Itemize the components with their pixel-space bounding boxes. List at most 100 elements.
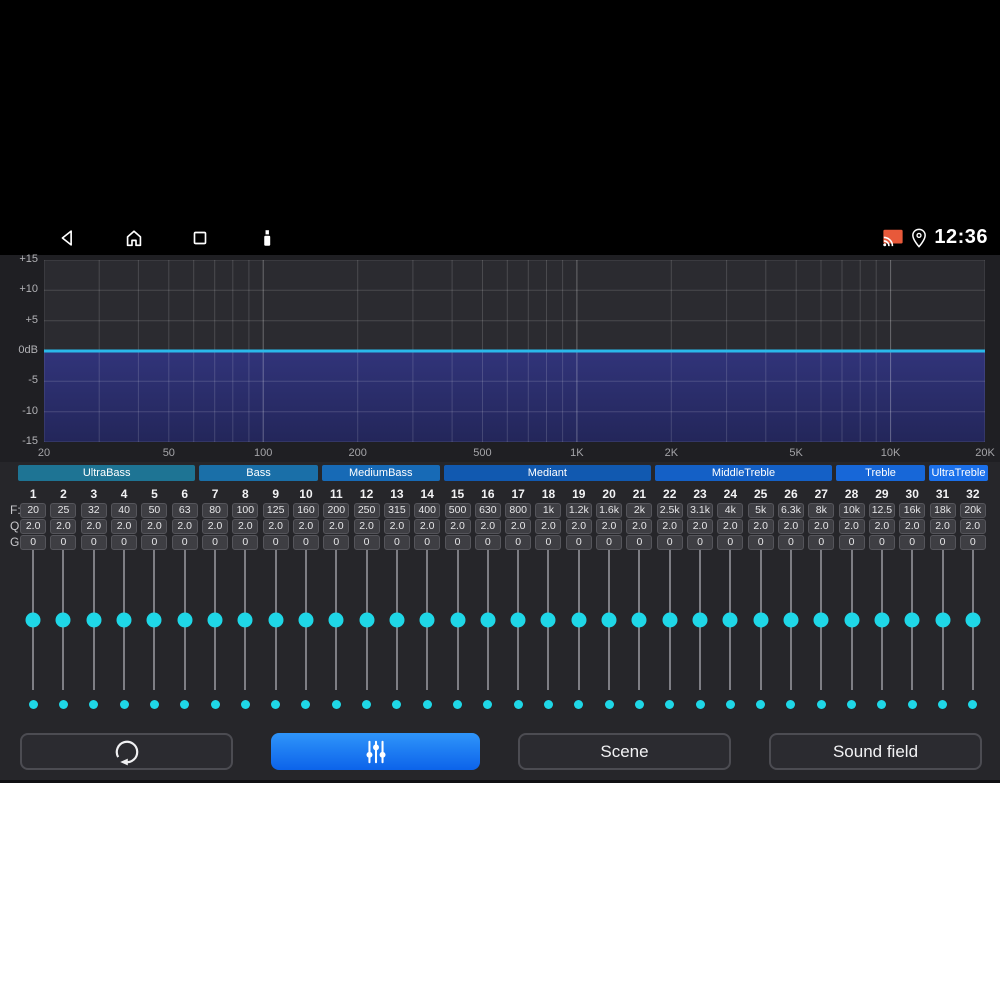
band-group-treble[interactable]: Treble bbox=[836, 465, 925, 481]
gain-value[interactable]: 0 bbox=[292, 534, 319, 550]
band-indicator[interactable] bbox=[200, 695, 230, 713]
frequency-value[interactable]: 16k bbox=[899, 502, 926, 518]
band-indicator[interactable] bbox=[503, 695, 533, 713]
slider-knob[interactable] bbox=[844, 612, 860, 628]
frequency-value[interactable]: 40 bbox=[111, 502, 138, 518]
q-value[interactable]: 2.0 bbox=[535, 518, 562, 534]
q-value[interactable]: 2.0 bbox=[899, 518, 926, 534]
gain-value[interactable]: 0 bbox=[687, 534, 714, 550]
slider-knob[interactable] bbox=[450, 612, 466, 628]
q-value[interactable]: 2.0 bbox=[474, 518, 501, 534]
frequency-value[interactable]: 200 bbox=[323, 502, 350, 518]
frequency-value[interactable]: 125 bbox=[262, 502, 289, 518]
band-indicator[interactable] bbox=[776, 695, 806, 713]
frequency-value[interactable]: 8k bbox=[808, 502, 835, 518]
q-value[interactable]: 2.0 bbox=[80, 518, 107, 534]
gain-value[interactable]: 0 bbox=[808, 534, 835, 550]
q-value[interactable]: 2.0 bbox=[959, 518, 986, 534]
band-indicator[interactable] bbox=[139, 695, 169, 713]
frequency-value[interactable]: 80 bbox=[202, 502, 229, 518]
slider-knob[interactable] bbox=[268, 612, 284, 628]
slider-knob[interactable] bbox=[935, 612, 951, 628]
slider-knob[interactable] bbox=[55, 612, 71, 628]
band-indicator[interactable] bbox=[48, 695, 78, 713]
q-value[interactable]: 2.0 bbox=[383, 518, 410, 534]
frequency-value[interactable]: 3.1k bbox=[687, 502, 714, 518]
slider-knob[interactable] bbox=[419, 612, 435, 628]
gain-value[interactable]: 0 bbox=[171, 534, 198, 550]
gain-value[interactable]: 0 bbox=[20, 534, 47, 550]
gain-value[interactable]: 0 bbox=[717, 534, 744, 550]
q-value[interactable]: 2.0 bbox=[141, 518, 168, 534]
equalizer-button[interactable] bbox=[271, 733, 480, 770]
slider-knob[interactable] bbox=[207, 612, 223, 628]
slider-knob[interactable] bbox=[328, 612, 344, 628]
band-indicator[interactable] bbox=[230, 695, 260, 713]
slider-knob[interactable] bbox=[359, 612, 375, 628]
gain-value[interactable]: 0 bbox=[747, 534, 774, 550]
band-indicator[interactable] bbox=[261, 695, 291, 713]
gain-value[interactable]: 0 bbox=[262, 534, 289, 550]
q-value[interactable]: 2.0 bbox=[353, 518, 380, 534]
q-value[interactable]: 2.0 bbox=[656, 518, 683, 534]
q-value[interactable]: 2.0 bbox=[171, 518, 198, 534]
band-indicator[interactable] bbox=[18, 695, 48, 713]
frequency-value[interactable]: 6.3k bbox=[777, 502, 804, 518]
frequency-value[interactable]: 10k bbox=[838, 502, 865, 518]
band-group-ultrabass[interactable]: UltraBass bbox=[18, 465, 196, 481]
slider-knob[interactable] bbox=[601, 612, 617, 628]
back-icon[interactable] bbox=[56, 227, 78, 249]
band-indicator[interactable] bbox=[958, 695, 988, 713]
q-value[interactable]: 2.0 bbox=[626, 518, 653, 534]
frequency-value[interactable]: 250 bbox=[353, 502, 380, 518]
frequency-value[interactable]: 2.5k bbox=[656, 502, 683, 518]
slider-knob[interactable] bbox=[25, 612, 41, 628]
gain-value[interactable]: 0 bbox=[838, 534, 865, 550]
gain-value[interactable]: 0 bbox=[777, 534, 804, 550]
q-value[interactable]: 2.0 bbox=[929, 518, 956, 534]
slider-knob[interactable] bbox=[753, 612, 769, 628]
slider-knob[interactable] bbox=[783, 612, 799, 628]
gain-value[interactable]: 0 bbox=[868, 534, 895, 550]
scene-button[interactable]: Scene bbox=[518, 733, 731, 770]
q-value[interactable]: 2.0 bbox=[444, 518, 471, 534]
band-indicator[interactable] bbox=[746, 695, 776, 713]
band-group-mediant[interactable]: Mediant bbox=[443, 465, 651, 481]
band-indicator[interactable] bbox=[867, 695, 897, 713]
q-value[interactable]: 2.0 bbox=[232, 518, 259, 534]
frequency-value[interactable]: 630 bbox=[474, 502, 501, 518]
gain-value[interactable]: 0 bbox=[474, 534, 501, 550]
frequency-value[interactable]: 5k bbox=[747, 502, 774, 518]
gain-value[interactable]: 0 bbox=[80, 534, 107, 550]
band-group-mediumbass[interactable]: MediumBass bbox=[321, 465, 440, 481]
band-indicator[interactable] bbox=[442, 695, 472, 713]
band-indicator[interactable] bbox=[927, 695, 957, 713]
slider-knob[interactable] bbox=[389, 612, 405, 628]
band-indicator[interactable] bbox=[836, 695, 866, 713]
frequency-value[interactable]: 1.6k bbox=[596, 502, 623, 518]
q-value[interactable]: 2.0 bbox=[808, 518, 835, 534]
q-value[interactable]: 2.0 bbox=[323, 518, 350, 534]
q-value[interactable]: 2.0 bbox=[747, 518, 774, 534]
frequency-value[interactable]: 1k bbox=[535, 502, 562, 518]
slider-knob[interactable] bbox=[86, 612, 102, 628]
slider-knob[interactable] bbox=[813, 612, 829, 628]
slider-knob[interactable] bbox=[631, 612, 647, 628]
gain-value[interactable]: 0 bbox=[656, 534, 683, 550]
band-indicator[interactable] bbox=[806, 695, 836, 713]
q-value[interactable]: 2.0 bbox=[565, 518, 592, 534]
q-value[interactable]: 2.0 bbox=[777, 518, 804, 534]
band-indicator[interactable] bbox=[79, 695, 109, 713]
q-value[interactable]: 2.0 bbox=[20, 518, 47, 534]
frequency-value[interactable]: 50 bbox=[141, 502, 168, 518]
gain-value[interactable]: 0 bbox=[414, 534, 441, 550]
frequency-value[interactable]: 100 bbox=[232, 502, 259, 518]
band-indicator[interactable] bbox=[109, 695, 139, 713]
frequency-value[interactable]: 12.5 bbox=[868, 502, 896, 518]
reset-button[interactable] bbox=[20, 733, 233, 770]
frequency-value[interactable]: 2k bbox=[626, 502, 653, 518]
frequency-value[interactable]: 160 bbox=[292, 502, 319, 518]
frequency-value[interactable]: 18k bbox=[929, 502, 956, 518]
frequency-value[interactable]: 32 bbox=[80, 502, 107, 518]
q-value[interactable]: 2.0 bbox=[838, 518, 865, 534]
